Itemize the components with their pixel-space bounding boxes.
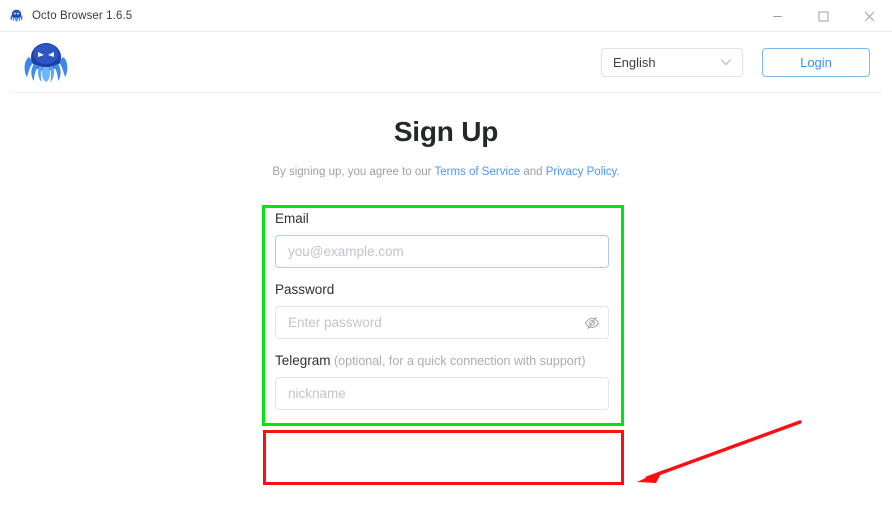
telegram-input[interactable] xyxy=(275,377,609,410)
header-login-button[interactable]: Login xyxy=(762,47,870,77)
page-title: Sign Up xyxy=(393,116,499,147)
header-actions: English Login xyxy=(601,47,870,77)
email-input[interactable] xyxy=(275,235,609,268)
maximize-button[interactable] xyxy=(800,0,846,32)
signup-form: Email Password xyxy=(275,211,609,423)
password-field-block: Password xyxy=(275,282,609,339)
octopus-icon xyxy=(10,9,23,22)
email-label: Email xyxy=(275,211,309,226)
telegram-field-block: Telegram (optional, for a quick connecti… xyxy=(275,353,609,410)
telegram-label: Telegram (optional, for a quick connecti… xyxy=(275,353,609,368)
app-header: English Login xyxy=(0,32,892,92)
eye-off-icon xyxy=(584,316,599,329)
title-bar: Octo Browser 1.6.5 xyxy=(0,0,892,32)
app-window: Octo Browser 1.6.5 English Login Sign Up… xyxy=(0,0,892,532)
privacy-policy-link[interactable]: Privacy Policy xyxy=(546,166,617,178)
terms-of-service-link[interactable]: Terms of Service xyxy=(435,166,521,178)
email-field-block: Email xyxy=(275,211,609,268)
password-input-wrapper xyxy=(275,306,609,339)
password-label: Password xyxy=(275,282,335,297)
chevron-down-icon xyxy=(720,59,732,66)
language-selector-value: English xyxy=(613,54,656,70)
window-controls xyxy=(754,0,892,32)
close-icon xyxy=(864,11,874,21)
close-button[interactable] xyxy=(846,0,892,32)
legal-prefix: By signing up, you agree to our xyxy=(272,166,435,178)
maximize-icon xyxy=(818,11,828,21)
legal-suffix: . xyxy=(616,166,620,178)
window-title: Octo Browser 1.6.5 xyxy=(32,9,133,22)
main-content: Sign Up By signing up, you agree to our … xyxy=(0,92,892,532)
octo-browser-logo xyxy=(24,43,68,82)
telegram-label-text: Telegram xyxy=(275,353,331,368)
minimize-icon xyxy=(772,15,782,17)
legal-agreement-text: By signing up, you agree to our Terms of… xyxy=(0,166,892,178)
language-selector[interactable]: English xyxy=(601,47,743,77)
legal-conjunction: and xyxy=(520,166,546,178)
password-input[interactable] xyxy=(275,306,609,339)
title-bar-left: Octo Browser 1.6.5 xyxy=(0,8,132,23)
minimize-button[interactable] xyxy=(754,0,800,32)
telegram-label-hint: (optional, for a quick connection with s… xyxy=(330,354,586,368)
password-visibility-toggle[interactable] xyxy=(583,314,600,331)
